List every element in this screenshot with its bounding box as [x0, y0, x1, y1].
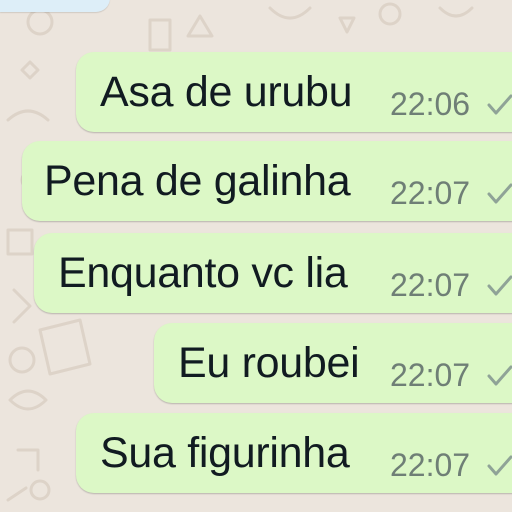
check-icon: [487, 183, 512, 204]
message-bubble[interactable]: Enquanto vc lia 22:07: [34, 233, 512, 313]
check-icon: [487, 94, 512, 115]
message-timestamp: 22:07: [390, 267, 471, 303]
message-bubble[interactable]: Pena de galinha 22:07: [22, 141, 512, 221]
message-text: Enquanto vc lia: [58, 249, 348, 297]
check-icon: [487, 365, 512, 386]
message-text: Eu roubei: [178, 339, 360, 387]
message-text: Pena de galinha: [44, 157, 351, 205]
message-timestamp: 22:07: [390, 357, 471, 393]
message-bubble[interactable]: Sua figurinha 22:07: [76, 413, 512, 493]
message-timestamp: 22:07: [390, 175, 471, 211]
message-timestamp: 22:07: [390, 447, 471, 483]
message-text: Asa de urubu: [100, 68, 353, 116]
message-bubble[interactable]: Eu roubei 22:07: [154, 323, 512, 403]
message-text: Sua figurinha: [100, 429, 350, 477]
message-bubble[interactable]: Asa de urubu 22:06: [76, 52, 512, 132]
conversation-panel: Asa de urubu 22:06 Pena de galinha 22:07…: [0, 0, 512, 512]
check-icon: [487, 275, 512, 296]
message-timestamp: 22:06: [390, 86, 471, 122]
check-icon: [487, 455, 512, 476]
